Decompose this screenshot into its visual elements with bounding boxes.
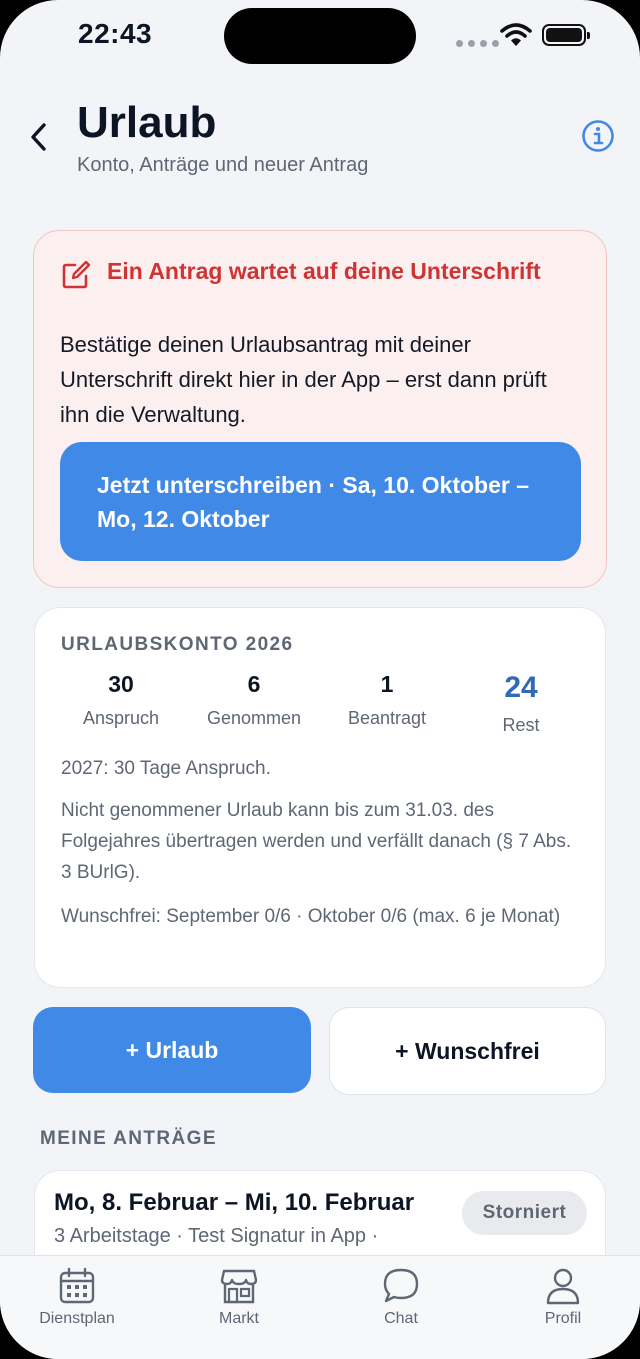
signature-alert-card: Ein Antrag wartet auf deine Unterschrift… [33,230,607,588]
tab-label: Dienstplan [39,1310,115,1327]
stat-value: 1 [380,671,394,697]
vacation-account-card: URLAUBSKONTO 2026 30 Anspruch 6 Genommen… [34,607,606,988]
cellular-signal-icon [456,40,499,47]
wifi-icon [500,23,532,46]
stat-anspruch: 30 Anspruch [46,671,196,729]
next-year-entitlement: 2027: 30 Tage Anspruch. [61,758,271,779]
carryover-note: Nicht genommener Urlaub kann bis zum 31.… [61,800,572,883]
phone-screen: 22:43 Urlaub Konto, Anträge und neuer An… [0,0,640,1359]
account-heading: URLAUBSKONTO 2026 [61,634,294,655]
tab-label: Markt [219,1310,259,1327]
stat-value: 6 [247,671,261,697]
stat-label: Anspruch [82,708,160,728]
stat-value: 30 [108,671,134,697]
chat-bubble-icon [383,1268,419,1303]
wunschfrei-note: Wunschfrei: September 0/6 · Oktober 0/6 … [61,906,561,927]
stat-label: Rest [502,715,540,735]
stat-beantragt: 1 Beantragt [312,671,462,729]
stat-label: Beantragt [347,708,427,728]
add-wunschfrei-button[interactable]: + Wunschfrei [329,1007,606,1095]
bottom-tab-bar: Dienstplan Markt Chat Profil [0,1255,640,1359]
stat-rest: 24 Rest [446,671,596,736]
edit-signature-icon [62,260,91,289]
person-icon [546,1268,580,1305]
signature-alert-title: Ein Antrag wartet auf deine Unterschrift [107,258,541,284]
tab-dienstplan[interactable]: Dienstplan [12,1266,142,1328]
tab-label: Profil [544,1310,582,1327]
calendar-icon [59,1267,95,1304]
stat-label: Genommen [206,708,302,728]
status-badge: Storniert [462,1191,587,1235]
page-title: Urlaub [77,98,217,147]
add-vacation-button[interactable]: + Urlaub [33,1007,311,1093]
stat-genommen: 6 Genommen [179,671,329,729]
tab-markt[interactable]: Markt [174,1266,304,1328]
requests-heading: MEINE ANTRÄGE [40,1128,217,1149]
status-time: 22:43 [78,18,153,49]
tab-label: Chat [384,1310,418,1327]
page-subtitle: Konto, Anträge und neuer Antrag [77,154,369,176]
request-details: 3 Arbeitstage · Test Signatur in App · [54,1225,379,1247]
battery-icon [542,24,590,46]
request-dates: Mo, 8. Februar – Mi, 10. Februar [54,1189,415,1216]
dynamic-island [224,8,416,64]
info-icon[interactable] [580,118,616,154]
sign-now-button[interactable]: Jetzt unterschreiben · Sa, 10. Oktober –… [60,442,581,561]
tab-chat[interactable]: Chat [336,1266,466,1328]
tab-profil[interactable]: Profil [498,1266,628,1328]
signature-alert-text: Bestätige deinen Urlaubsantrag mit deine… [60,332,547,427]
stat-value: 24 [504,671,538,704]
store-icon [220,1269,258,1304]
back-chevron-icon[interactable] [28,120,50,154]
